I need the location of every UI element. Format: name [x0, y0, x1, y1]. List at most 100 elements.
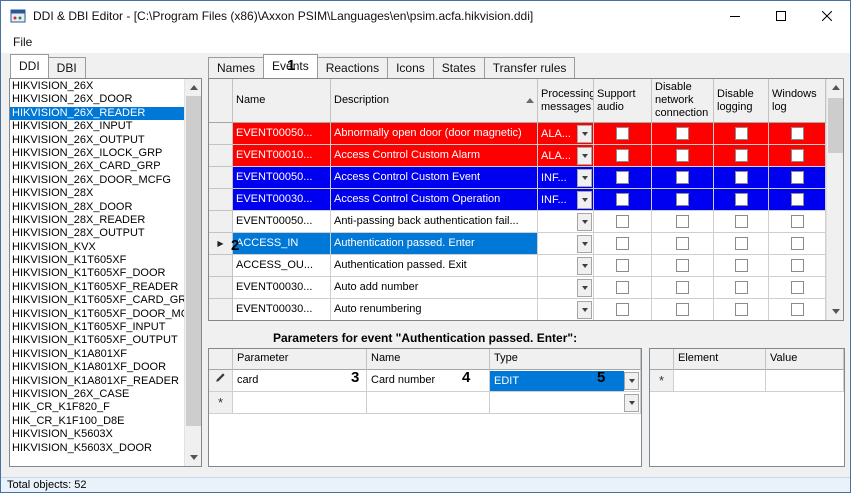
windows-log-cell[interactable] — [769, 189, 826, 211]
table-row[interactable]: EVENT00050...Anti-passing back authentic… — [209, 211, 826, 233]
column-header-element[interactable]: Element — [674, 349, 766, 370]
list-item[interactable]: HIK_CR_K1F820_F — [10, 401, 184, 414]
processing-messages-cell[interactable] — [538, 233, 594, 255]
checkbox-unchecked[interactable] — [616, 215, 629, 228]
list-item[interactable]: HIKVISION_K1T605XF_DOOR — [10, 267, 184, 280]
close-button[interactable] — [804, 1, 850, 30]
processing-messages-cell[interactable]: ALA... — [538, 145, 594, 167]
checkbox-unchecked[interactable] — [676, 281, 689, 294]
name-cell[interactable]: EVENT00050... — [233, 211, 331, 233]
support-audio-cell[interactable] — [594, 123, 652, 145]
windows-log-cell[interactable] — [769, 167, 826, 189]
column-header-description[interactable]: Description — [331, 79, 538, 123]
checkbox-unchecked[interactable] — [735, 193, 748, 206]
checkbox-unchecked[interactable] — [791, 237, 804, 250]
tab-icons[interactable]: Icons — [387, 57, 434, 78]
table-row[interactable]: EVENT00030...Auto add number — [209, 277, 826, 299]
description-cell[interactable]: Anti-passing back authentication fail... — [331, 211, 538, 233]
list-item[interactable]: HIKVISION_26X_CASE — [10, 388, 184, 401]
list-item[interactable]: HIKVISION_26X_ILOCK_GRP — [10, 147, 184, 160]
table-row[interactable]: * — [209, 392, 641, 414]
table-row[interactable]: EVENT00030...Access Control Custom Opera… — [209, 189, 826, 211]
column-header-windows-log[interactable]: Windows log — [769, 79, 826, 123]
row-header[interactable]: * — [209, 392, 233, 414]
checkbox-unchecked[interactable] — [676, 237, 689, 250]
list-item[interactable]: HIK_CR_K1F100_D8E — [10, 415, 184, 428]
table-row[interactable]: * — [650, 370, 844, 392]
disable-logging-cell[interactable] — [714, 167, 769, 189]
checkbox-unchecked[interactable] — [735, 237, 748, 250]
row-header[interactable] — [209, 167, 233, 189]
support-audio-cell[interactable] — [594, 189, 652, 211]
disable-logging-cell[interactable] — [714, 123, 769, 145]
grid-corner[interactable] — [209, 349, 233, 370]
list-item[interactable]: HIKVISION_28X_DOOR — [10, 201, 184, 214]
description-cell[interactable]: Authentication passed. Exit — [331, 255, 538, 277]
disable-network-cell[interactable] — [652, 255, 714, 277]
checkbox-unchecked[interactable] — [735, 281, 748, 294]
checkbox-unchecked[interactable] — [676, 171, 689, 184]
checkbox-unchecked[interactable] — [735, 259, 748, 272]
list-item[interactable]: HIKVISION_K1T605XF_INPUT — [10, 321, 184, 334]
description-cell[interactable]: Access Control Custom Alarm — [331, 145, 538, 167]
name-cell[interactable] — [367, 392, 490, 414]
row-header[interactable]: ▶ — [209, 233, 233, 255]
disable-logging-cell[interactable] — [714, 277, 769, 299]
disable-logging-cell[interactable] — [714, 145, 769, 167]
dropdown-button[interactable] — [577, 279, 592, 297]
list-item[interactable]: HIKVISION_28X_READER — [10, 214, 184, 227]
checkbox-unchecked[interactable] — [616, 237, 629, 250]
description-cell[interactable]: Access Control Custom Event — [331, 167, 538, 189]
element-cell[interactable] — [674, 370, 766, 392]
column-header-value[interactable]: Value — [766, 349, 844, 370]
list-item[interactable]: HIKVISION_K5603X_DOOR — [10, 442, 184, 455]
processing-messages-cell[interactable] — [538, 299, 594, 320]
processing-messages-cell[interactable]: INF... — [538, 167, 594, 189]
list-item[interactable]: HIKVISION_K1A801XF_DOOR — [10, 361, 184, 374]
checkbox-unchecked[interactable] — [616, 149, 629, 162]
checkbox-unchecked[interactable] — [676, 215, 689, 228]
windows-log-cell[interactable] — [769, 255, 826, 277]
disable-network-cell[interactable] — [652, 233, 714, 255]
table-row[interactable]: EVENT00010...Access Control Custom Alarm… — [209, 145, 826, 167]
processing-messages-cell[interactable] — [538, 277, 594, 299]
list-item[interactable]: HIKVISION_26X_READER — [10, 107, 184, 120]
type-cell[interactable] — [490, 392, 641, 414]
checkbox-unchecked[interactable] — [676, 149, 689, 162]
list-item[interactable]: HIKVISION_28X — [10, 187, 184, 200]
windows-log-cell[interactable] — [769, 123, 826, 145]
list-item[interactable]: HIKVISION_K1A801XF — [10, 348, 184, 361]
checkbox-unchecked[interactable] — [791, 215, 804, 228]
checkbox-unchecked[interactable] — [735, 171, 748, 184]
dropdown-button[interactable] — [624, 394, 639, 412]
support-audio-cell[interactable] — [594, 167, 652, 189]
checkbox-unchecked[interactable] — [616, 259, 629, 272]
dropdown-button[interactable] — [577, 191, 592, 209]
value-cell[interactable] — [766, 370, 844, 392]
windows-log-cell[interactable] — [769, 211, 826, 233]
list-item[interactable]: HIKVISION_26X — [10, 80, 184, 93]
table-row[interactable]: cardCard numberEDIT — [209, 370, 641, 392]
list-item[interactable]: HIKVISION_K1T605XF_DOOR_MC — [10, 308, 184, 321]
list-item[interactable]: HIKVISION_26X_INPUT — [10, 120, 184, 133]
windows-log-cell[interactable] — [769, 145, 826, 167]
windows-log-cell[interactable] — [769, 277, 826, 299]
grid-corner[interactable] — [650, 349, 674, 370]
list-item[interactable]: HIKVISION_K1T605XF — [10, 254, 184, 267]
tab-transfer-rules[interactable]: Transfer rules — [484, 57, 576, 78]
disable-network-cell[interactable] — [652, 299, 714, 320]
tab-dbi[interactable]: DBI — [48, 57, 86, 78]
disable-logging-cell[interactable] — [714, 299, 769, 320]
type-cell[interactable]: EDIT — [490, 370, 641, 392]
row-header[interactable] — [209, 277, 233, 299]
column-header-name[interactable]: Name — [233, 79, 331, 123]
minimize-button[interactable] — [712, 1, 758, 30]
row-header[interactable]: * — [650, 370, 674, 392]
checkbox-unchecked[interactable] — [791, 259, 804, 272]
list-item[interactable]: HIKVISION_K5603X — [10, 428, 184, 441]
checkbox-unchecked[interactable] — [735, 215, 748, 228]
support-audio-cell[interactable] — [594, 277, 652, 299]
parameter-cell[interactable] — [233, 392, 367, 414]
support-audio-cell[interactable] — [594, 255, 652, 277]
column-header-disable-logging[interactable]: Disable logging — [714, 79, 769, 123]
